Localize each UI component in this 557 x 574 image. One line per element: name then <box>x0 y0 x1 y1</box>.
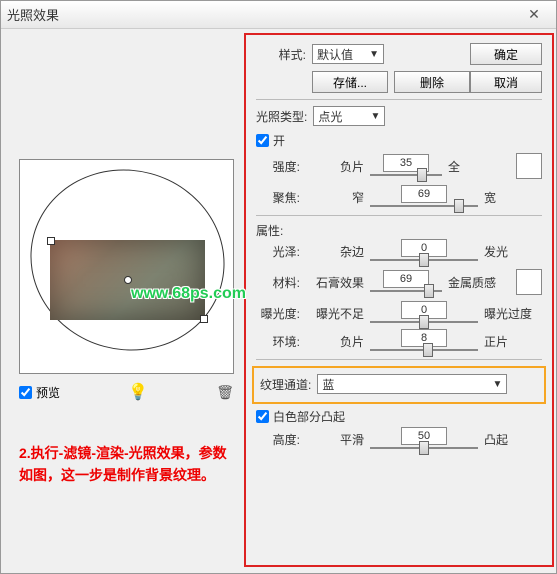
height-right: 凸起 <box>484 431 542 448</box>
texture-channel-value: 蓝 <box>322 376 334 393</box>
light-type-label: 光照类型: <box>256 108 307 125</box>
focus-thumb[interactable] <box>454 199 464 213</box>
lightbulb-icon[interactable]: 💡 <box>128 382 148 402</box>
ambience-label: 环境: <box>256 333 300 350</box>
properties-header: 属性: <box>256 222 542 239</box>
watermark: www.68ps.com <box>131 285 246 303</box>
light-type-value: 点光 <box>318 108 342 125</box>
preview-canvas[interactable] <box>19 159 234 374</box>
settings-panel: 样式: 默认值 ▼ 确定 存储... 删除 取消 光照类型: <box>244 33 554 567</box>
chevron-down-icon: ▼ <box>369 49 379 60</box>
material-right: 金属质感 <box>448 274 506 291</box>
white-high-checkbox[interactable] <box>256 410 269 423</box>
style-value: 默认值 <box>317 46 353 63</box>
light-on-checkbox[interactable] <box>256 134 269 147</box>
light-color-swatch[interactable] <box>516 153 542 179</box>
trash-icon[interactable]: 🗑 <box>216 384 234 401</box>
style-select[interactable]: 默认值 ▼ <box>312 44 384 64</box>
height-slider[interactable]: 50 <box>370 429 478 449</box>
annotation-note: 2.执行-滤镜-渲染-光照效果，参数如图，这一步是制作背景纹理。 <box>19 442 234 487</box>
exposure-thumb[interactable] <box>419 315 429 329</box>
material-value[interactable]: 69 <box>383 270 429 288</box>
ok-button[interactable]: 确定 <box>470 43 542 65</box>
preview-checkbox-input[interactable] <box>19 386 32 399</box>
material-slider[interactable]: 69 <box>370 272 442 292</box>
lighting-effects-dialog: 光照效果 ✕ 预览 💡 🗑 2.执行-滤镜-渲染-光照效果，参数如图，这一步是制… <box>0 0 557 574</box>
delete-button[interactable]: 删除 <box>394 71 470 93</box>
focus-value[interactable]: 69 <box>401 185 447 203</box>
titlebar: 光照效果 ✕ <box>1 1 556 29</box>
close-icon[interactable]: ✕ <box>518 6 550 24</box>
exposure-slider[interactable]: 0 <box>370 303 478 323</box>
gloss-thumb[interactable] <box>419 253 429 267</box>
ambient-color-swatch[interactable] <box>516 269 542 295</box>
texture-channel-select[interactable]: 蓝 ▼ <box>317 374 507 394</box>
height-thumb[interactable] <box>419 441 429 455</box>
chevron-down-icon: ▼ <box>492 379 502 390</box>
light-center-handle[interactable] <box>124 276 132 284</box>
material-left: 石膏效果 <box>306 274 364 291</box>
light-type-select[interactable]: 点光 ▼ <box>313 106 385 126</box>
ambience-slider[interactable]: 8 <box>370 331 478 351</box>
light-on-label: 开 <box>273 132 285 149</box>
ambience-thumb[interactable] <box>423 343 433 357</box>
exposure-right: 曝光过度 <box>484 305 542 322</box>
preview-checkbox[interactable]: 预览 <box>19 384 60 401</box>
gloss-left: 杂边 <box>306 243 364 260</box>
material-label: 材料: <box>256 274 300 291</box>
focus-slider[interactable]: 69 <box>370 187 478 207</box>
texture-preview-image <box>50 240 205 320</box>
height-label: 高度: <box>256 431 300 448</box>
intensity-slider[interactable]: 35 <box>370 156 442 176</box>
material-thumb[interactable] <box>424 284 434 298</box>
gloss-right: 发光 <box>484 243 542 260</box>
cancel-button[interactable]: 取消 <box>470 71 542 93</box>
dialog-title: 光照效果 <box>7 5 59 24</box>
chevron-down-icon: ▼ <box>370 111 380 122</box>
focus-right: 宽 <box>484 189 542 206</box>
white-high-label: 白色部分凸起 <box>273 408 345 425</box>
preview-label: 预览 <box>36 384 60 401</box>
focus-label: 聚焦: <box>256 189 300 206</box>
focus-left: 窄 <box>306 189 364 206</box>
height-left: 平滑 <box>306 431 364 448</box>
style-label: 样式: <box>256 46 306 63</box>
ambience-right: 正片 <box>484 333 542 350</box>
intensity-thumb[interactable] <box>417 168 427 182</box>
exposure-left: 曝光不足 <box>306 305 364 322</box>
intensity-label: 强度: <box>256 158 300 175</box>
save-button[interactable]: 存储... <box>312 71 388 93</box>
gloss-slider[interactable]: 0 <box>370 241 478 261</box>
texture-channel-highlight: 纹理通道: 蓝 ▼ <box>252 366 546 404</box>
texture-channel-label: 纹理通道: <box>260 376 311 393</box>
exposure-label: 曝光度: <box>256 305 300 322</box>
ambience-left: 负片 <box>306 333 364 350</box>
intensity-right: 全 <box>448 158 506 175</box>
intensity-left: 负片 <box>306 158 364 175</box>
gloss-label: 光泽: <box>256 243 300 260</box>
